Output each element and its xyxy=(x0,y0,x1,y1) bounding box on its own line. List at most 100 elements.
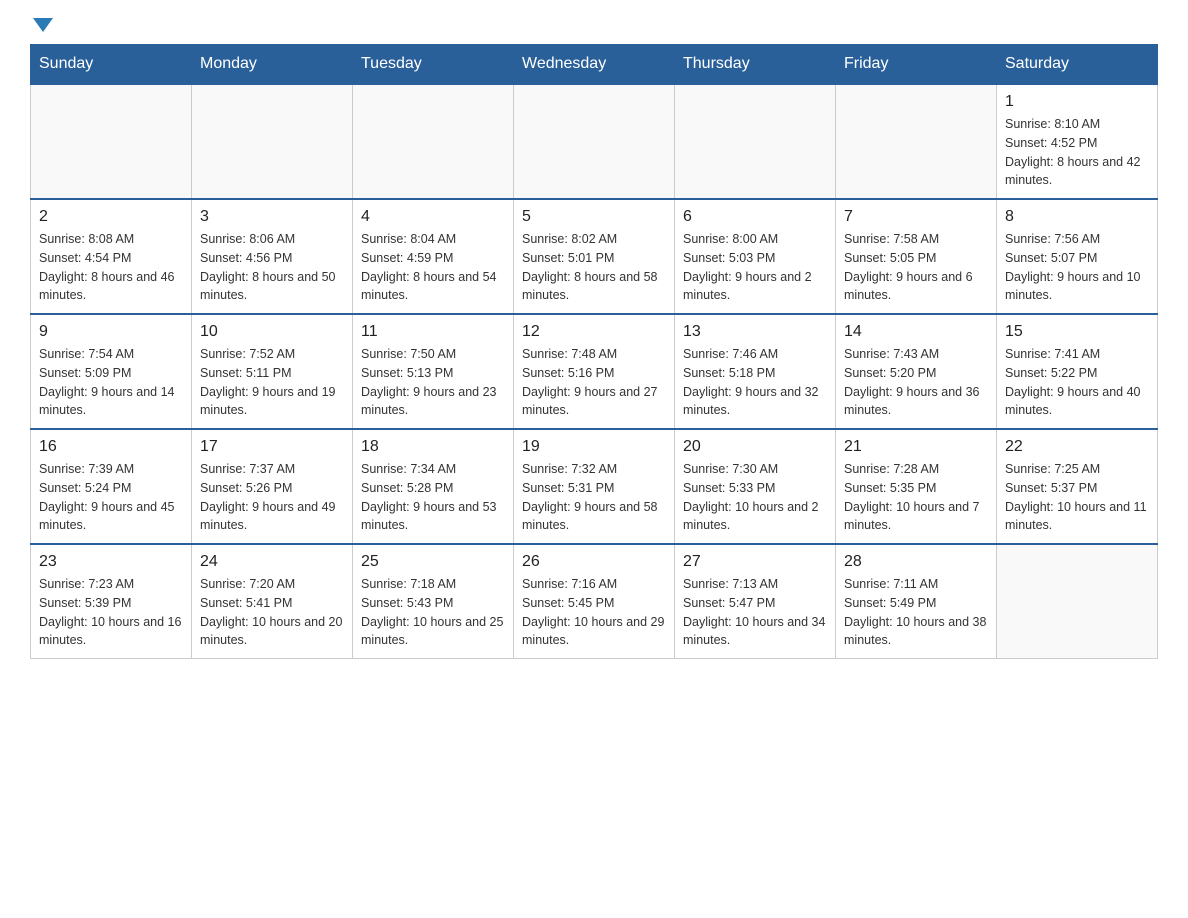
day-info: Sunrise: 7:28 AM Sunset: 5:35 PM Dayligh… xyxy=(844,460,988,535)
day-info: Sunrise: 7:41 AM Sunset: 5:22 PM Dayligh… xyxy=(1005,345,1149,420)
day-info: Sunrise: 8:00 AM Sunset: 5:03 PM Dayligh… xyxy=(683,230,827,305)
day-info: Sunrise: 8:10 AM Sunset: 4:52 PM Dayligh… xyxy=(1005,115,1149,190)
calendar-day-cell: 2 Sunrise: 8:08 AM Sunset: 4:54 PM Daylig… xyxy=(31,199,192,314)
calendar-day-cell: 7 Sunrise: 7:58 AM Sunset: 5:05 PM Daylig… xyxy=(836,199,997,314)
day-info: Sunrise: 8:06 AM Sunset: 4:56 PM Dayligh… xyxy=(200,230,344,305)
weekday-header-monday: Monday xyxy=(192,45,353,85)
day-number: 2 xyxy=(39,208,183,226)
day-info: Sunrise: 7:37 AM Sunset: 5:26 PM Dayligh… xyxy=(200,460,344,535)
day-number: 14 xyxy=(844,323,988,341)
calendar-day-cell: 10 Sunrise: 7:52 AM Sunset: 5:11 PM Dayli… xyxy=(192,314,353,429)
day-number: 6 xyxy=(683,208,827,226)
day-info: Sunrise: 7:54 AM Sunset: 5:09 PM Dayligh… xyxy=(39,345,183,420)
day-number: 25 xyxy=(361,553,505,571)
day-number: 8 xyxy=(1005,208,1149,226)
day-info: Sunrise: 7:48 AM Sunset: 5:16 PM Dayligh… xyxy=(522,345,666,420)
weekday-header-friday: Friday xyxy=(836,45,997,85)
calendar-day-cell: 20 Sunrise: 7:30 AM Sunset: 5:33 PM Dayli… xyxy=(675,429,836,544)
calendar-day-cell: 15 Sunrise: 7:41 AM Sunset: 5:22 PM Dayli… xyxy=(997,314,1158,429)
calendar-week-row: 1 Sunrise: 8:10 AM Sunset: 4:52 PM Daylig… xyxy=(31,84,1158,199)
calendar-day-cell: 1 Sunrise: 8:10 AM Sunset: 4:52 PM Daylig… xyxy=(997,84,1158,199)
calendar-day-cell: 5 Sunrise: 8:02 AM Sunset: 5:01 PM Daylig… xyxy=(514,199,675,314)
calendar-day-cell: 9 Sunrise: 7:54 AM Sunset: 5:09 PM Daylig… xyxy=(31,314,192,429)
calendar-day-cell: 18 Sunrise: 7:34 AM Sunset: 5:28 PM Dayli… xyxy=(353,429,514,544)
day-number: 5 xyxy=(522,208,666,226)
day-info: Sunrise: 7:20 AM Sunset: 5:41 PM Dayligh… xyxy=(200,575,344,650)
calendar-day-cell: 27 Sunrise: 7:13 AM Sunset: 5:47 PM Dayli… xyxy=(675,544,836,659)
day-info: Sunrise: 7:13 AM Sunset: 5:47 PM Dayligh… xyxy=(683,575,827,650)
day-number: 7 xyxy=(844,208,988,226)
weekday-header-sunday: Sunday xyxy=(31,45,192,85)
weekday-header-row: SundayMondayTuesdayWednesdayThursdayFrid… xyxy=(31,45,1158,85)
weekday-header-saturday: Saturday xyxy=(997,45,1158,85)
day-info: Sunrise: 7:56 AM Sunset: 5:07 PM Dayligh… xyxy=(1005,230,1149,305)
page-header xyxy=(30,20,1158,34)
calendar-day-cell: 25 Sunrise: 7:18 AM Sunset: 5:43 PM Dayli… xyxy=(353,544,514,659)
day-number: 27 xyxy=(683,553,827,571)
day-info: Sunrise: 8:04 AM Sunset: 4:59 PM Dayligh… xyxy=(361,230,505,305)
calendar-day-cell xyxy=(675,84,836,199)
calendar-day-cell: 17 Sunrise: 7:37 AM Sunset: 5:26 PM Dayli… xyxy=(192,429,353,544)
calendar-day-cell xyxy=(31,84,192,199)
weekday-header-wednesday: Wednesday xyxy=(514,45,675,85)
calendar-day-cell xyxy=(514,84,675,199)
day-number: 12 xyxy=(522,323,666,341)
day-info: Sunrise: 7:43 AM Sunset: 5:20 PM Dayligh… xyxy=(844,345,988,420)
calendar-week-row: 16 Sunrise: 7:39 AM Sunset: 5:24 PM Dayli… xyxy=(31,429,1158,544)
calendar-day-cell: 6 Sunrise: 8:00 AM Sunset: 5:03 PM Daylig… xyxy=(675,199,836,314)
calendar-day-cell: 13Sunrise: 7:46 AM Sunset: 5:18 PM Dayli… xyxy=(675,314,836,429)
day-info: Sunrise: 7:25 AM Sunset: 5:37 PM Dayligh… xyxy=(1005,460,1149,535)
calendar-day-cell: 16 Sunrise: 7:39 AM Sunset: 5:24 PM Dayli… xyxy=(31,429,192,544)
calendar-day-cell: 11Sunrise: 7:50 AM Sunset: 5:13 PM Dayli… xyxy=(353,314,514,429)
day-number: 18 xyxy=(361,438,505,456)
calendar-table: SundayMondayTuesdayWednesdayThursdayFrid… xyxy=(30,44,1158,659)
day-number: 19 xyxy=(522,438,666,456)
day-info: Sunrise: 7:34 AM Sunset: 5:28 PM Dayligh… xyxy=(361,460,505,535)
calendar-day-cell: 22 Sunrise: 7:25 AM Sunset: 5:37 PM Dayli… xyxy=(997,429,1158,544)
day-number: 16 xyxy=(39,438,183,456)
calendar-day-cell: 8 Sunrise: 7:56 AM Sunset: 5:07 PM Daylig… xyxy=(997,199,1158,314)
day-info: Sunrise: 8:02 AM Sunset: 5:01 PM Dayligh… xyxy=(522,230,666,305)
day-number: 4 xyxy=(361,208,505,226)
day-info: Sunrise: 7:32 AM Sunset: 5:31 PM Dayligh… xyxy=(522,460,666,535)
day-number: 13 xyxy=(683,323,827,341)
calendar-day-cell: 3 Sunrise: 8:06 AM Sunset: 4:56 PM Daylig… xyxy=(192,199,353,314)
calendar-day-cell xyxy=(997,544,1158,659)
calendar-day-cell xyxy=(192,84,353,199)
calendar-day-cell xyxy=(353,84,514,199)
logo-triangle-icon xyxy=(33,18,53,32)
day-number: 24 xyxy=(200,553,344,571)
day-number: 9 xyxy=(39,323,183,341)
calendar-day-cell: 14 Sunrise: 7:43 AM Sunset: 5:20 PM Dayli… xyxy=(836,314,997,429)
calendar-day-cell: 24 Sunrise: 7:20 AM Sunset: 5:41 PM Dayli… xyxy=(192,544,353,659)
calendar-week-row: 9 Sunrise: 7:54 AM Sunset: 5:09 PM Daylig… xyxy=(31,314,1158,429)
day-info: Sunrise: 7:58 AM Sunset: 5:05 PM Dayligh… xyxy=(844,230,988,305)
weekday-header-tuesday: Tuesday xyxy=(353,45,514,85)
day-info: Sunrise: 7:52 AM Sunset: 5:11 PM Dayligh… xyxy=(200,345,344,420)
calendar-day-cell: 23 Sunrise: 7:23 AM Sunset: 5:39 PM Dayli… xyxy=(31,544,192,659)
calendar-day-cell: 28Sunrise: 7:11 AM Sunset: 5:49 PM Dayli… xyxy=(836,544,997,659)
day-info: Sunrise: 7:23 AM Sunset: 5:39 PM Dayligh… xyxy=(39,575,183,650)
weekday-header-thursday: Thursday xyxy=(675,45,836,85)
day-number: 1 xyxy=(1005,93,1149,111)
day-number: 28 xyxy=(844,553,988,571)
day-info: Sunrise: 7:30 AM Sunset: 5:33 PM Dayligh… xyxy=(683,460,827,535)
day-number: 22 xyxy=(1005,438,1149,456)
day-number: 3 xyxy=(200,208,344,226)
calendar-day-cell: 19 Sunrise: 7:32 AM Sunset: 5:31 PM Dayli… xyxy=(514,429,675,544)
day-number: 21 xyxy=(844,438,988,456)
day-info: Sunrise: 8:08 AM Sunset: 4:54 PM Dayligh… xyxy=(39,230,183,305)
calendar-day-cell: 21 Sunrise: 7:28 AM Sunset: 5:35 PM Dayli… xyxy=(836,429,997,544)
day-number: 23 xyxy=(39,553,183,571)
day-number: 17 xyxy=(200,438,344,456)
calendar-day-cell: 12 Sunrise: 7:48 AM Sunset: 5:16 PM Dayli… xyxy=(514,314,675,429)
calendar-day-cell: 4 Sunrise: 8:04 AM Sunset: 4:59 PM Daylig… xyxy=(353,199,514,314)
day-number: 20 xyxy=(683,438,827,456)
day-number: 26 xyxy=(522,553,666,571)
day-info: Sunrise: 7:39 AM Sunset: 5:24 PM Dayligh… xyxy=(39,460,183,535)
day-info: Sunrise: 7:16 AM Sunset: 5:45 PM Dayligh… xyxy=(522,575,666,650)
day-info: Sunrise: 7:18 AM Sunset: 5:43 PM Dayligh… xyxy=(361,575,505,650)
day-number: 10 xyxy=(200,323,344,341)
day-info: Sunrise: 7:50 AM Sunset: 5:13 PM Dayligh… xyxy=(361,345,505,420)
day-number: 15 xyxy=(1005,323,1149,341)
